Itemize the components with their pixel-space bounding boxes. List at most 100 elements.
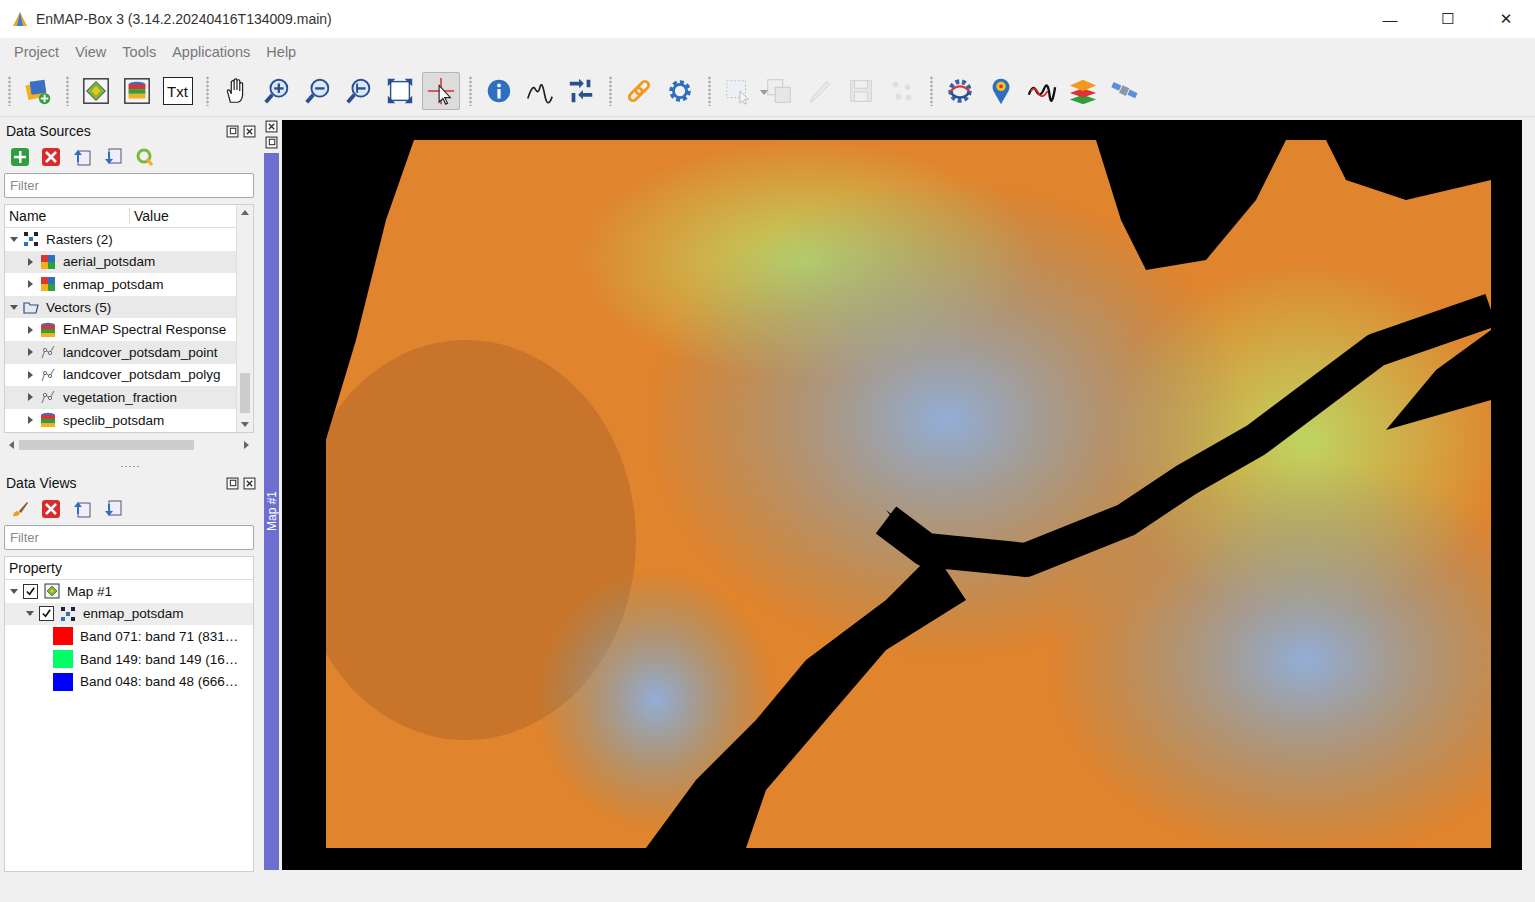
processing-button[interactable] bbox=[941, 72, 979, 110]
float-map-icon[interactable] bbox=[265, 136, 278, 149]
save-button[interactable] bbox=[842, 72, 880, 110]
pencil-button[interactable] bbox=[801, 72, 839, 110]
window-control-button[interactable]: ☐ bbox=[1419, 0, 1477, 38]
layers-button[interactable] bbox=[1064, 72, 1102, 110]
data-source-row[interactable]: vegetation_fraction bbox=[5, 386, 236, 409]
column-header[interactable]: Property bbox=[5, 560, 62, 576]
column-header[interactable]: Name bbox=[5, 208, 130, 224]
vertical-scrollbar[interactable] bbox=[236, 205, 253, 432]
tree-group-row[interactable]: Rasters (2) bbox=[5, 228, 236, 251]
expand-all-icon[interactable] bbox=[103, 147, 123, 167]
float-panel-icon[interactable] bbox=[226, 477, 239, 490]
visibility-checkbox[interactable] bbox=[23, 584, 38, 599]
toolbar-grip[interactable] bbox=[8, 76, 11, 106]
move-tools-button[interactable] bbox=[562, 72, 600, 110]
map-canvas[interactable] bbox=[282, 120, 1522, 870]
float-panel-icon[interactable] bbox=[226, 125, 239, 138]
dots-button[interactable] bbox=[883, 72, 921, 110]
expand-arrow-icon[interactable] bbox=[10, 589, 18, 594]
link-button[interactable] bbox=[620, 72, 658, 110]
wave-button[interactable] bbox=[1023, 72, 1061, 110]
data-source-row[interactable]: speclib_potsdam bbox=[5, 409, 236, 432]
zoom-in-button[interactable] bbox=[258, 72, 296, 110]
pan-button[interactable] bbox=[217, 72, 255, 110]
tree-group-row[interactable]: Vectors (5) bbox=[5, 296, 236, 319]
scroll-right-icon[interactable] bbox=[244, 441, 249, 449]
toolbar-grip[interactable] bbox=[66, 76, 69, 106]
spectral-profile-button[interactable] bbox=[521, 72, 559, 110]
data-sources-tree: NameValue Rasters (2)aerial_potsdamenmap_… bbox=[4, 204, 254, 433]
scroll-thumb[interactable] bbox=[240, 373, 250, 413]
visibility-checkbox[interactable] bbox=[39, 606, 54, 621]
menu-item[interactable]: View bbox=[67, 44, 114, 60]
copy-button[interactable] bbox=[760, 72, 798, 110]
expand-arrow-icon[interactable] bbox=[28, 258, 33, 266]
data-source-row[interactable]: aerial_potsdam bbox=[5, 251, 236, 274]
brush-icon[interactable] bbox=[10, 499, 30, 519]
data-source-row[interactable]: landcover_potsdam_point bbox=[5, 341, 236, 364]
expand-arrow-icon[interactable] bbox=[28, 393, 33, 401]
close-panel-icon[interactable] bbox=[243, 125, 256, 138]
expand-arrow-icon[interactable] bbox=[10, 237, 18, 242]
expand-all-icon[interactable] bbox=[103, 499, 123, 519]
menu-item[interactable]: Tools bbox=[114, 44, 164, 60]
window-control-button[interactable]: ✕ bbox=[1477, 0, 1535, 38]
expand-arrow-icon[interactable] bbox=[28, 326, 33, 334]
collapse-all-icon[interactable] bbox=[72, 499, 92, 519]
data-source-row[interactable]: EnMAP Spectral Response bbox=[5, 318, 236, 341]
gear-button[interactable] bbox=[661, 72, 699, 110]
scroll-up-icon[interactable] bbox=[241, 210, 249, 215]
speclib-button[interactable] bbox=[118, 72, 156, 110]
panel-splitter[interactable] bbox=[4, 460, 256, 472]
map-view-row[interactable]: Map #1 bbox=[5, 580, 253, 603]
scroll-down-icon[interactable] bbox=[241, 422, 249, 427]
select-cursor-button[interactable] bbox=[422, 72, 460, 110]
data-source-row[interactable]: landcover_potsdam_polyg bbox=[5, 364, 236, 387]
menu-item[interactable]: Project bbox=[6, 44, 67, 60]
scroll-left-icon[interactable] bbox=[9, 441, 14, 449]
band-row[interactable]: Band 149: band 149 (16… bbox=[5, 648, 253, 671]
add-data-button[interactable] bbox=[19, 72, 57, 110]
horizontal-scrollbar[interactable] bbox=[4, 437, 254, 453]
expand-arrow-icon[interactable] bbox=[10, 305, 18, 310]
expand-arrow-icon[interactable] bbox=[26, 611, 34, 616]
toolbar-grip[interactable] bbox=[206, 76, 209, 106]
toolbar-grip[interactable] bbox=[469, 76, 472, 106]
map-layer-row[interactable]: enmap_potsdam bbox=[5, 603, 253, 626]
band-row[interactable]: Band 048: band 48 (666… bbox=[5, 670, 253, 693]
data-source-row[interactable]: enmap_potsdam bbox=[5, 273, 236, 296]
expand-arrow-icon[interactable] bbox=[28, 280, 33, 288]
add-source-icon[interactable] bbox=[10, 147, 30, 167]
txt-button[interactable]: Txt bbox=[159, 72, 197, 110]
dropdown-arrow-icon[interactable] bbox=[760, 90, 768, 95]
expand-arrow-icon[interactable] bbox=[28, 348, 33, 356]
expand-arrow-icon[interactable] bbox=[28, 371, 33, 379]
toolbar-grip[interactable] bbox=[930, 76, 933, 106]
scroll-thumb[interactable] bbox=[19, 440, 194, 450]
map-view-button[interactable] bbox=[77, 72, 115, 110]
close-map-icon[interactable] bbox=[265, 120, 278, 133]
expand-arrow-icon[interactable] bbox=[28, 416, 33, 424]
data-views-filter[interactable]: Filter bbox=[4, 525, 254, 550]
zoom-out-button[interactable] bbox=[299, 72, 337, 110]
select-rect-button[interactable] bbox=[719, 72, 757, 110]
band-row[interactable]: Band 071: band 71 (831… bbox=[5, 625, 253, 648]
toolbar-grip[interactable] bbox=[708, 76, 711, 106]
menu-item[interactable]: Help bbox=[258, 44, 304, 60]
data-sources-filter[interactable]: Filter bbox=[4, 173, 254, 198]
satellite-button[interactable] bbox=[1105, 72, 1143, 110]
menu-item[interactable]: Applications bbox=[164, 44, 258, 60]
zoom-full-button[interactable] bbox=[381, 72, 419, 110]
collapse-all-icon[interactable] bbox=[72, 147, 92, 167]
toolbar-grip[interactable] bbox=[609, 76, 612, 106]
map-tab[interactable]: Map #1 bbox=[264, 153, 279, 870]
identify-button[interactable] bbox=[480, 72, 518, 110]
zoom-1to1-button[interactable] bbox=[340, 72, 378, 110]
close-panel-icon[interactable] bbox=[243, 477, 256, 490]
window-control-button[interactable]: — bbox=[1361, 0, 1419, 38]
remove-source-icon[interactable] bbox=[41, 147, 61, 167]
open-in-qgis-icon[interactable] bbox=[134, 147, 154, 167]
remove-view-icon[interactable] bbox=[41, 499, 61, 519]
pin-button[interactable] bbox=[982, 72, 1020, 110]
column-header[interactable]: Value bbox=[130, 208, 169, 224]
